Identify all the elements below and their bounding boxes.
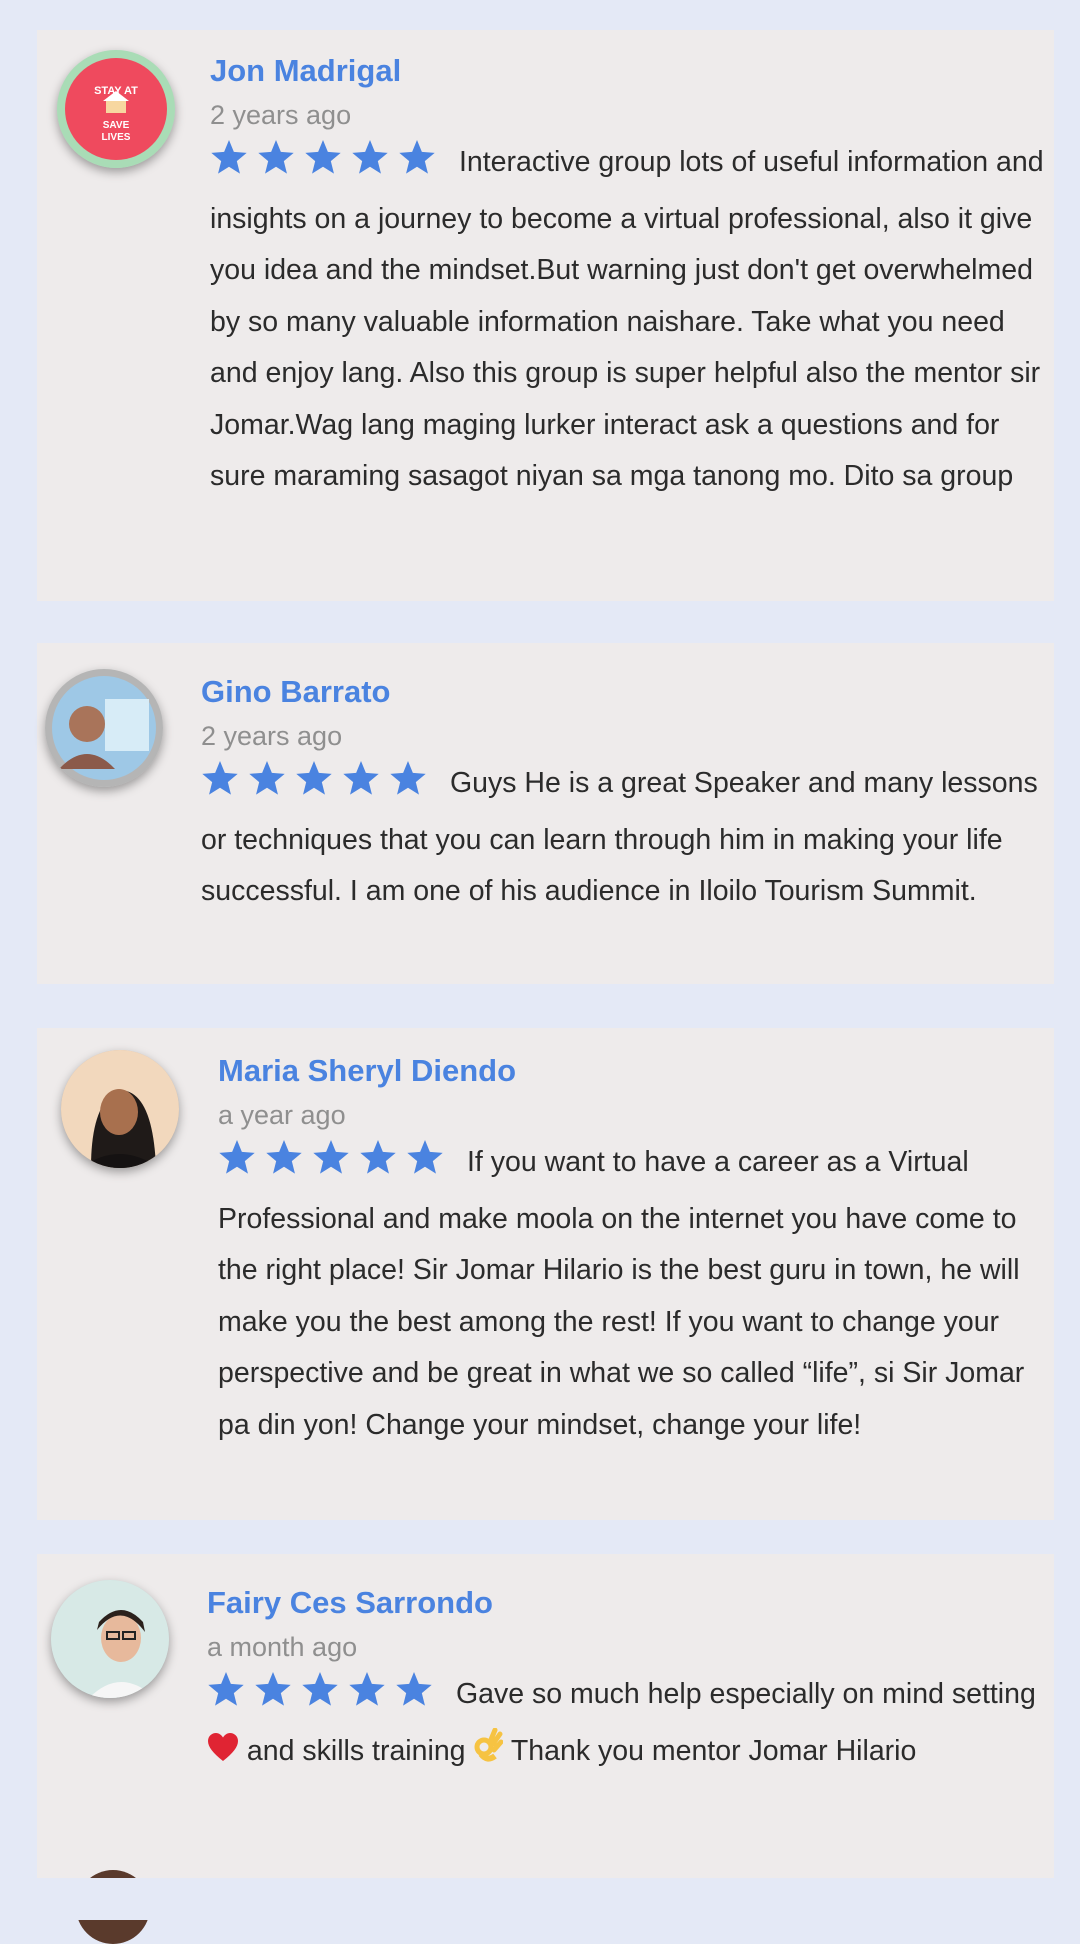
profile-photo-icon — [61, 1050, 179, 1168]
review-body: Interactive group lots of useful informa… — [210, 146, 1044, 492]
reviewer-name[interactable]: Maria Sheryl Diendo — [218, 1052, 1054, 1090]
star-icon — [202, 761, 238, 795]
review-text: If you want to have a career as a Virtua… — [218, 1137, 1054, 1451]
star-icon — [313, 1140, 349, 1174]
star-rating — [210, 140, 445, 194]
review-content: Jon Madrigal 2 years ago Interactive gro… — [210, 52, 1054, 503]
star-icon — [296, 761, 332, 795]
review-text: Guys He is a great Speaker and many less… — [201, 758, 1054, 918]
star-icon — [266, 1140, 302, 1174]
star-rating — [207, 1672, 442, 1726]
profile-photo-icon — [51, 1580, 169, 1698]
stay-home-badge-icon: STAY AT SAVE LIVES — [57, 50, 175, 168]
review-card: Gino Barrato 2 years ago Guys He is a gr… — [37, 643, 1054, 984]
star-rating — [218, 1140, 453, 1194]
star-icon — [211, 140, 247, 174]
star-icon — [305, 140, 341, 174]
star-icon — [349, 1672, 385, 1706]
review-content: Maria Sheryl Diendo a year ago If you wa… — [218, 1052, 1054, 1451]
reviewer-avatar[interactable] — [45, 669, 163, 787]
star-icon — [407, 1140, 443, 1174]
ok-hand-icon — [473, 1727, 504, 1780]
review-card: Maria Sheryl Diendo a year ago If you wa… — [37, 1028, 1054, 1520]
star-icon — [258, 140, 294, 174]
profile-photo-icon — [45, 669, 163, 787]
review-content: Gino Barrato 2 years ago Guys He is a gr… — [201, 673, 1054, 918]
star-icon — [399, 140, 435, 174]
reviewer-avatar[interactable] — [61, 1050, 179, 1168]
review-time: 2 years ago — [201, 721, 343, 751]
star-icon — [396, 1672, 432, 1706]
reviewer-avatar[interactable] — [51, 1580, 169, 1698]
star-icon — [219, 1140, 255, 1174]
star-icon — [343, 761, 379, 795]
review-text: Interactive group lots of useful informa… — [210, 137, 1054, 503]
star-icon — [352, 140, 388, 174]
star-icon — [302, 1672, 338, 1706]
review-body-part: and skills training — [239, 1734, 474, 1767]
review-time: a year ago — [218, 1100, 346, 1130]
review-body-part: Thank you mentor Jomar Hilario — [503, 1734, 917, 1767]
star-icon — [249, 761, 285, 795]
review-card: Fairy Ces Sarrondo a month ago Gave so m… — [37, 1554, 1054, 1878]
review-body-part: Gave so much help especially on mind set… — [456, 1678, 1036, 1710]
review-card: STAY AT SAVE LIVES Jon Madrigal 2 years … — [37, 30, 1054, 601]
review-text: Gave so much help especially on mind set… — [207, 1669, 1054, 1779]
reviewer-name[interactable]: Fairy Ces Sarrondo — [207, 1584, 1054, 1622]
review-content: Fairy Ces Sarrondo a month ago Gave so m… — [207, 1584, 1054, 1779]
star-icon — [208, 1672, 244, 1706]
reviewer-avatar[interactable]: STAY AT SAVE LIVES — [57, 50, 175, 168]
svg-text:SAVE: SAVE — [103, 120, 130, 131]
review-time: 2 years ago — [210, 100, 352, 130]
star-rating — [201, 761, 436, 815]
reviewer-name[interactable]: Gino Barrato — [201, 673, 1054, 711]
star-icon — [255, 1672, 291, 1706]
star-icon — [360, 1140, 396, 1174]
star-icon — [390, 761, 426, 795]
reviewer-name[interactable]: Jon Madrigal — [210, 52, 1054, 90]
red-heart-icon — [207, 1728, 239, 1780]
page-background-strip — [0, 1878, 1080, 1920]
review-time: a month ago — [207, 1632, 358, 1662]
svg-text:LIVES: LIVES — [102, 132, 131, 143]
